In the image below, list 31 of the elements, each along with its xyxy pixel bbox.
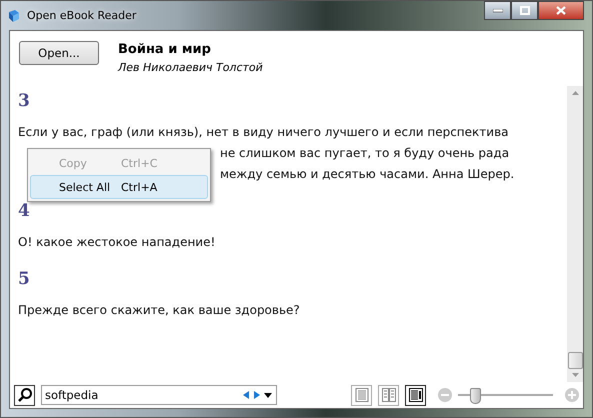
zoom-slider[interactable] [458,386,553,404]
text-line: Если у вас, граф (или князь), нет в виду ничего лучшего и если перспектива [18,124,508,141]
next-icon[interactable] [253,391,261,399]
search-field[interactable]: softpedia [41,385,277,405]
previous-icon[interactable] [242,391,250,399]
book-author: Лев Николаевич Толстой [118,61,263,74]
text-line: не слишком вас пугает, то я буду очень рада [220,145,510,162]
scrollbar[interactable] [567,86,583,382]
scroll-thumb[interactable] [568,352,582,369]
close-icon [556,6,566,15]
chapter-number: 5 [18,269,31,289]
dropdown-icon[interactable] [264,391,272,399]
search-button[interactable] [14,384,35,406]
scroll-down-icon [572,373,578,377]
text-line: Прежде всего скажите, как ваше здоровье? [18,302,300,319]
scroll-up-icon [572,91,578,95]
maximize-icon [520,6,530,15]
chapter-number: 3 [18,91,31,111]
open-button[interactable]: Open... [19,41,99,65]
view-mode-button[interactable] [405,384,426,406]
book-title: Война и мир [118,42,212,57]
text-line: между семью и десятью часами. Анна Шерер. [220,166,514,183]
close-button[interactable] [538,1,584,20]
chapter-number: 4 [18,201,31,221]
maximize-button[interactable] [511,1,538,20]
window-title: Open eBook Reader [27,9,136,22]
minimize-icon [492,8,502,12]
text-line: О! какое жестокое нападение! [18,234,216,251]
menu-item[interactable]: Select All Ctrl+A [30,175,208,199]
minimize-button[interactable] [484,1,511,20]
slider-thumb[interactable] [470,388,482,404]
